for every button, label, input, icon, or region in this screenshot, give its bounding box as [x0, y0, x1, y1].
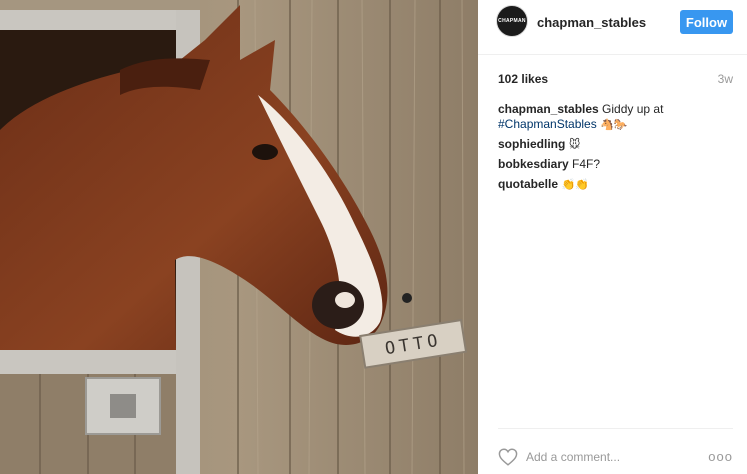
- post-header: CHAPMAN chapman_stables Follow: [478, 0, 747, 55]
- caption-text: Giddy up at: [598, 102, 664, 116]
- list-item: bobkesdiary F4F?: [498, 157, 733, 172]
- post-username[interactable]: chapman_stables: [537, 15, 646, 30]
- comment-username[interactable]: bobkesdiary: [498, 157, 569, 171]
- comment-footer: ooo: [498, 428, 733, 474]
- list-item: sophiedling 🐭: [498, 137, 733, 152]
- caption-hashtag[interactable]: #ChapmanStables: [498, 117, 597, 131]
- comment-username[interactable]: quotabelle: [498, 177, 558, 191]
- comments-list: chapman_stables Giddy up at #ChapmanStab…: [498, 102, 733, 197]
- heart-icon[interactable]: [498, 448, 518, 466]
- caption-emoji: 🐴🐎: [596, 118, 628, 131]
- post-timestamp[interactable]: 3w: [718, 72, 733, 86]
- post-sidebar: CHAPMAN chapman_stables Follow 102 likes…: [478, 0, 747, 474]
- comment-text: 👏👏: [558, 178, 589, 191]
- likes-count[interactable]: 102 likes: [498, 72, 548, 86]
- avatar[interactable]: CHAPMAN: [496, 5, 528, 37]
- comment-username[interactable]: sophiedling: [498, 137, 565, 151]
- more-options-icon[interactable]: ooo: [708, 449, 733, 464]
- horse-photo-illustration: OTTO: [0, 0, 478, 474]
- comment-text: 🐭: [565, 138, 581, 151]
- add-comment-input[interactable]: [526, 448, 696, 466]
- caption: chapman_stables Giddy up at #ChapmanStab…: [498, 102, 733, 132]
- post-photo[interactable]: OTTO: [0, 0, 478, 474]
- follow-button[interactable]: Follow: [680, 10, 733, 34]
- caption-username[interactable]: chapman_stables: [498, 102, 599, 116]
- avatar-logo-text: CHAPMAN: [498, 18, 526, 24]
- list-item: quotabelle 👏👏: [498, 177, 733, 192]
- comment-text: F4F?: [568, 157, 601, 171]
